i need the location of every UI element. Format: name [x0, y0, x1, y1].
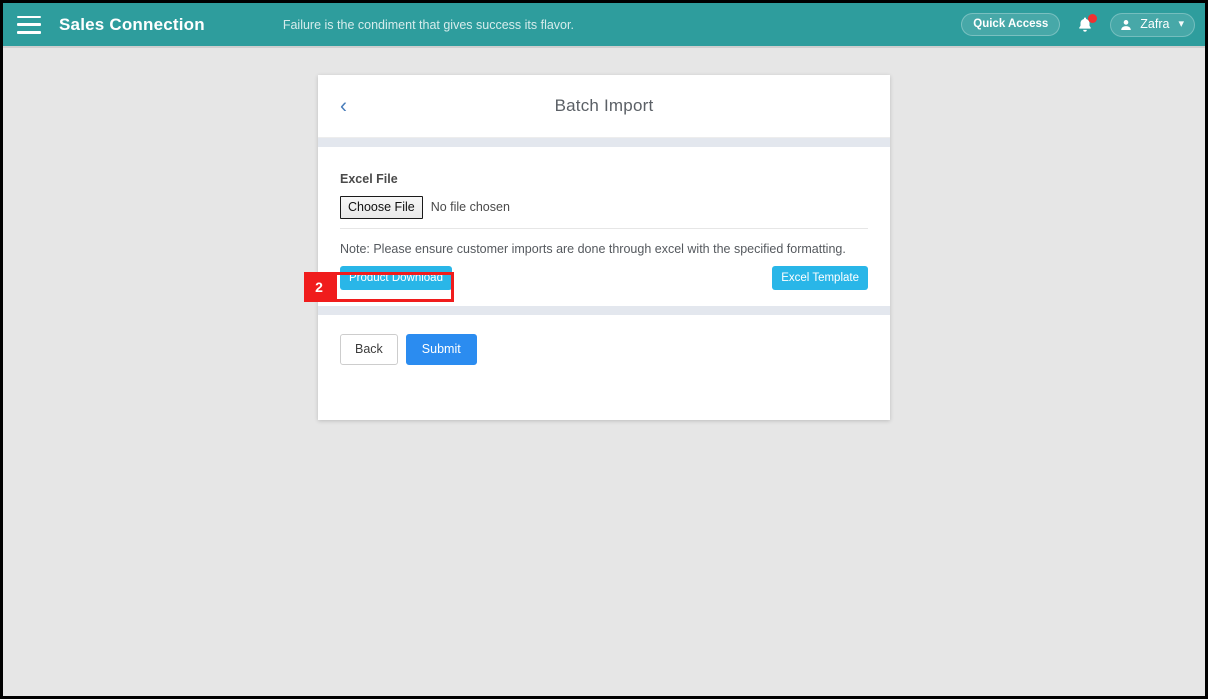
import-note-text: Note: Please ensure customer imports are… — [340, 241, 846, 256]
excel-file-label: Excel File — [340, 172, 398, 186]
file-chosen-status: No file chosen — [430, 200, 510, 215]
footer-separator-band — [318, 306, 890, 316]
batch-import-card: ‹ Batch Import Excel File Choose File No… — [318, 75, 890, 421]
hamburger-menu-icon[interactable] — [17, 15, 41, 34]
hamburger-line — [17, 15, 41, 18]
user-menu-button[interactable]: Zafra ▾ — [1110, 12, 1195, 37]
download-buttons-row: Product Download Excel Template — [340, 258, 868, 306]
card-header: ‹ Batch Import — [318, 75, 890, 138]
user-name-label: Zafra — [1140, 17, 1170, 32]
quick-access-button[interactable]: Quick Access — [961, 12, 1061, 37]
top-navbar: Sales Connection Failure is the condimen… — [3, 3, 1205, 48]
submit-button[interactable]: Submit — [405, 334, 477, 366]
notification-badge-dot — [1088, 13, 1098, 23]
page-title: Batch Import — [554, 96, 654, 115]
batch-import-form: Excel File Choose File No file chosen No… — [318, 166, 890, 307]
file-input-row: Choose File No file chosen — [340, 196, 868, 229]
user-avatar-icon — [1121, 19, 1132, 30]
choose-file-button[interactable]: Choose File — [340, 196, 423, 219]
app-brand-title: Sales Connection — [59, 14, 205, 34]
back-chevron-icon[interactable]: ‹ — [340, 96, 347, 117]
navbar-tagline: Failure is the condiment that gives succ… — [282, 17, 574, 32]
card-top-spacer — [318, 147, 890, 166]
navbar-right-group: Quick Access Zafra ▾ — [961, 12, 1195, 37]
hamburger-line — [17, 31, 41, 34]
excel-file-input[interactable]: Choose File No file chosen — [340, 196, 510, 219]
header-separator-band — [318, 138, 890, 147]
page-content-area: ‹ Batch Import Excel File Choose File No… — [3, 48, 1205, 696]
product-download-button[interactable]: Product Download — [340, 265, 452, 291]
card-footer-actions: Back Submit — [318, 315, 890, 421]
notification-bell-icon[interactable] — [1074, 13, 1098, 37]
browser-viewport: Sales Connection Failure is the condimen… — [0, 0, 1208, 699]
excel-template-button[interactable]: Excel Template — [772, 265, 868, 291]
hamburger-line — [17, 23, 41, 26]
back-button[interactable]: Back — [340, 334, 398, 366]
chevron-down-icon: ▾ — [1178, 18, 1184, 30]
